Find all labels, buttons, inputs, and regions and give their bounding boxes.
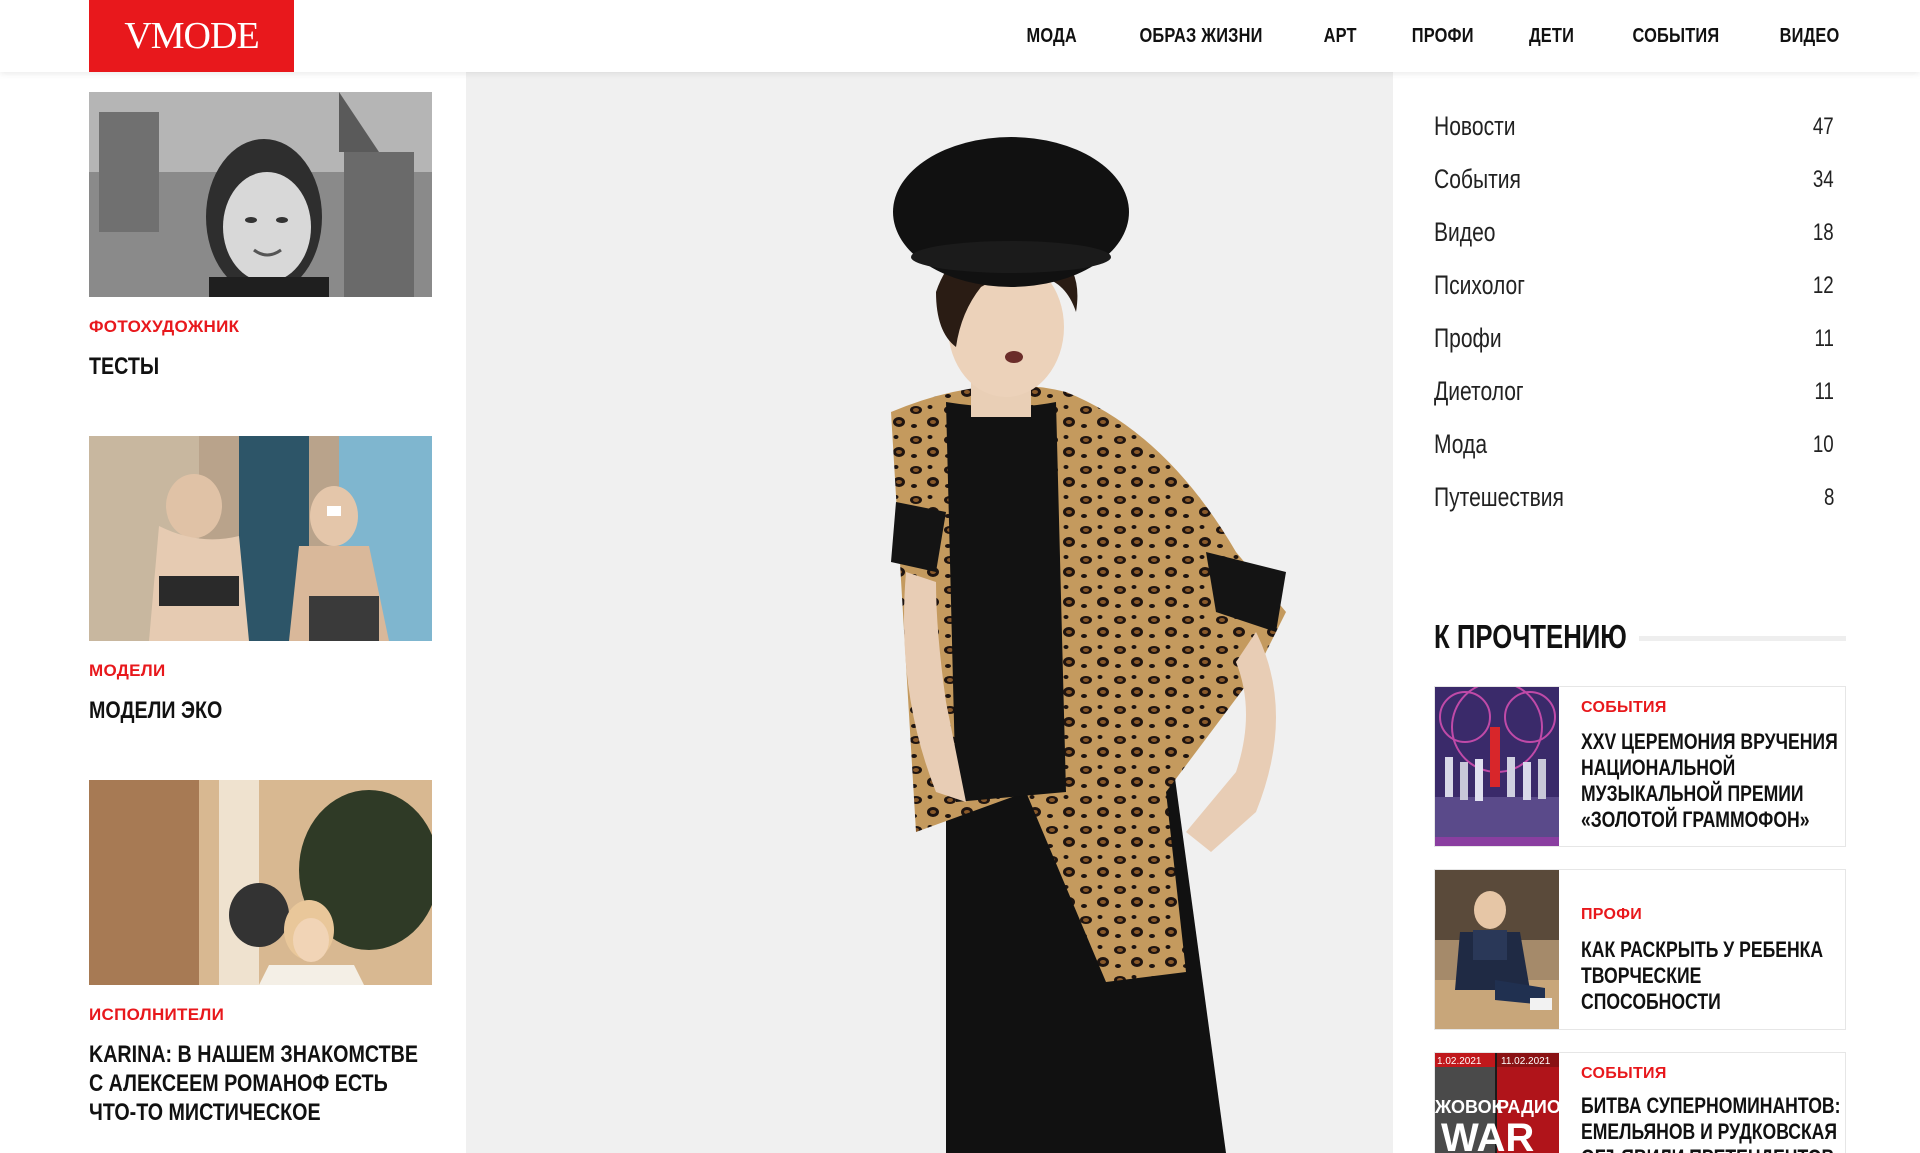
article-thumbnail[interactable] xyxy=(89,780,432,985)
to-read-category[interactable]: ПРОФИ xyxy=(1581,906,1642,924)
category-count: 12 xyxy=(1813,271,1834,299)
nav-item-kids[interactable]: ДЕТИ xyxy=(1529,25,1574,48)
category-name: Профи xyxy=(1434,323,1502,353)
category-link-events[interactable]: События 34 xyxy=(1434,153,1834,206)
to-read-category[interactable]: СОБЫТИЯ xyxy=(1581,699,1667,717)
main-nav: МОДА ОБРАЗ ЖИЗНИ АРТ ПРОФИ ДЕТИ СОБЫТИЯ … xyxy=(1021,0,1846,72)
category-name: Психолог xyxy=(1434,270,1525,300)
category-link-travel[interactable]: Путешествия 8 xyxy=(1434,471,1834,524)
to-read-category[interactable]: СОБЫТИЯ xyxy=(1581,1065,1667,1083)
category-link-video[interactable]: Видео 18 xyxy=(1434,206,1834,259)
category-name: Мода xyxy=(1434,429,1488,459)
article-title[interactable]: KARINA: В НАШЕМ ЗНАКОМСТВЕ С АЛЕКСЕЕМ РО… xyxy=(89,1040,432,1127)
svg-text:11.02.2021: 11.02.2021 xyxy=(1501,1056,1551,1067)
nav-item-video[interactable]: ВИДЕО xyxy=(1780,25,1840,48)
to-read-title[interactable]: КАК РАСКРЫТЬ У РЕБЕНКА ТВОРЧЕСКИЕ СПОСОБ… xyxy=(1581,937,1845,1015)
to-read-card[interactable]: СОБЫТИЯ XXV ЦЕРЕМОНИЯ ВРУЧЕНИЯ НАЦИОНАЛЬ… xyxy=(1434,686,1846,847)
category-list: Новости 47 События 34 Видео 18 Психолог … xyxy=(1434,100,1834,524)
category-name: Путешествия xyxy=(1434,482,1564,512)
category-count: 10 xyxy=(1813,430,1834,458)
article-category[interactable]: ИСПОЛНИТЕЛИ xyxy=(89,1005,224,1025)
category-count: 34 xyxy=(1813,165,1834,193)
category-link-profi[interactable]: Профи 11 xyxy=(1434,312,1834,365)
article-thumbnail[interactable] xyxy=(89,436,432,641)
article-category[interactable]: ФОТОХУДОЖНИК xyxy=(89,317,239,337)
to-read-card[interactable]: ПРОФИ КАК РАСКРЫТЬ У РЕБЕНКА ТВОРЧЕСКИЕ … xyxy=(1434,869,1846,1030)
to-read-title[interactable]: БИТВА СУПЕРНОМИНАНТОВ: ЕМЕЛЬЯНОВ И РУДКО… xyxy=(1581,1093,1845,1153)
svg-text:ЖОВОК: ЖОВОК xyxy=(1435,1097,1504,1117)
category-name: События xyxy=(1434,164,1521,194)
section-divider xyxy=(1639,636,1846,641)
to-read-thumbnail[interactable] xyxy=(1435,870,1559,1029)
category-count: 47 xyxy=(1813,112,1834,140)
article-title[interactable]: ТЕСТЫ xyxy=(89,352,432,381)
site-logo[interactable]: VMODE xyxy=(89,0,294,72)
nav-item-art[interactable]: АРТ xyxy=(1324,25,1357,48)
category-link-dietitian[interactable]: Диетолог 11 xyxy=(1434,365,1834,418)
category-name: Новости xyxy=(1434,111,1516,141)
to-read-thumbnail[interactable] xyxy=(1435,687,1559,846)
section-title: К ПРОЧТЕНИЮ xyxy=(1434,618,1627,655)
article-card[interactable]: ИСПОЛНИТЕЛИ KARINA: В НАШЕМ ЗНАКОМСТВЕ С… xyxy=(89,780,432,1126)
article-card[interactable]: ФОТОХУДОЖНИК ТЕСТЫ xyxy=(89,92,432,380)
article-title[interactable]: МОДЕЛИ ЭКО xyxy=(89,696,432,725)
svg-text:РАДИО: РАДИО xyxy=(1497,1097,1559,1117)
article-category[interactable]: МОДЕЛИ xyxy=(89,661,166,681)
svg-text:WAR: WAR xyxy=(1441,1116,1534,1153)
to-read-heading: К ПРОЧТЕНИЮ xyxy=(1434,612,1846,662)
category-count: 8 xyxy=(1823,483,1834,511)
nav-item-profi[interactable]: ПРОФИ xyxy=(1412,25,1474,48)
category-name: Видео xyxy=(1434,217,1496,247)
category-count: 18 xyxy=(1813,218,1834,246)
article-card[interactable]: МОДЕЛИ МОДЕЛИ ЭКО xyxy=(89,436,432,724)
to-read-title[interactable]: XXV ЦЕРЕМОНИЯ ВРУЧЕНИЯ НАЦИОНАЛЬНОЙ МУЗЫ… xyxy=(1581,729,1845,833)
category-link-psychologist[interactable]: Психолог 12 xyxy=(1434,259,1834,312)
nav-item-events[interactable]: СОБЫТИЯ xyxy=(1633,25,1720,48)
article-thumbnail[interactable] xyxy=(89,92,432,297)
svg-text:1.02.2021: 1.02.2021 xyxy=(1437,1056,1482,1067)
to-read-card[interactable]: 1.02.2021 11.02.2021 ЖОВОК РАДИО WAR СОБ… xyxy=(1434,1052,1846,1153)
category-link-news[interactable]: Новости 47 xyxy=(1434,100,1834,153)
site-header: VMODE МОДА ОБРАЗ ЖИЗНИ АРТ ПРОФИ ДЕТИ СО… xyxy=(0,0,1920,72)
nav-item-lifestyle[interactable]: ОБРАЗ ЖИЗНИ xyxy=(1140,25,1263,48)
category-count: 11 xyxy=(1814,377,1834,405)
category-count: 11 xyxy=(1814,324,1834,352)
category-link-fashion[interactable]: Мода 10 xyxy=(1434,418,1834,471)
category-name: Диетолог xyxy=(1434,376,1524,406)
hero-image[interactable] xyxy=(466,72,1393,1153)
to-read-thumbnail[interactable]: 1.02.2021 11.02.2021 ЖОВОК РАДИО WAR xyxy=(1435,1053,1559,1153)
nav-item-moda[interactable]: МОДА xyxy=(1026,25,1076,48)
